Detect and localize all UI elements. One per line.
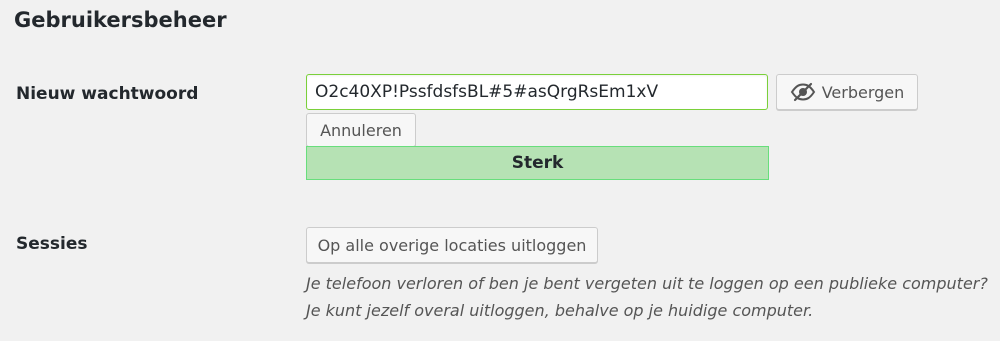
logout-everywhere-button[interactable]: Op alle overige locaties uitloggen bbox=[306, 227, 598, 263]
sessions-label: Sessies bbox=[16, 234, 88, 254]
hide-password-button[interactable]: Verbergen bbox=[776, 74, 918, 110]
sessions-description-line-1: Je telefoon verloren of ben je bent verg… bbox=[306, 274, 988, 293]
section-title: Gebruikersbeheer bbox=[14, 8, 227, 32]
password-strength-meter: Sterk bbox=[306, 146, 769, 180]
eye-slash-icon bbox=[790, 82, 816, 102]
cancel-button[interactable]: Annuleren bbox=[306, 113, 416, 147]
new-password-input[interactable] bbox=[306, 74, 768, 110]
hide-password-button-label: Verbergen bbox=[821, 82, 905, 102]
new-password-label: Nieuw wachtwoord bbox=[16, 84, 199, 104]
sessions-description-line-2: Je kunt jezelf overal uitloggen, behalve… bbox=[306, 301, 814, 320]
sessions-description: Je telefoon verloren of ben je bent verg… bbox=[306, 270, 996, 324]
